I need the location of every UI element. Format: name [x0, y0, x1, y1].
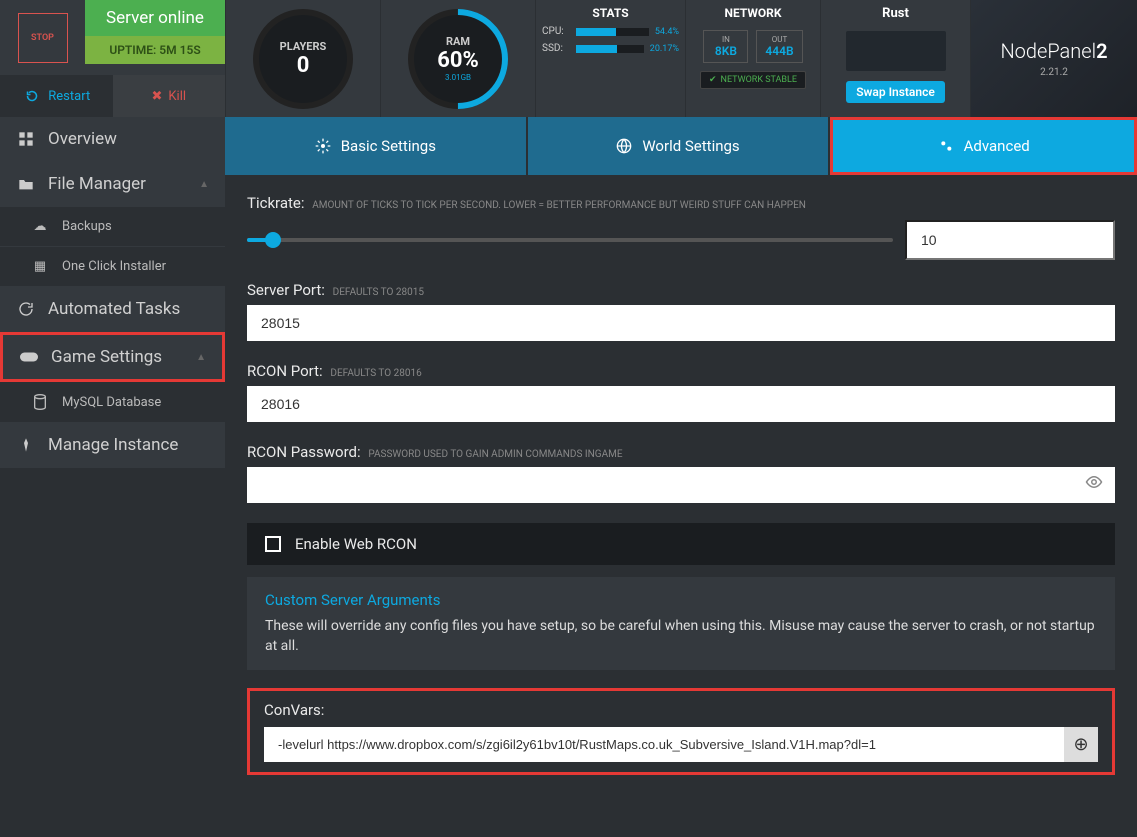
convars-label: ConVars: — [264, 701, 1098, 719]
convars-section: ConVars: ⊕ — [247, 688, 1115, 775]
ssd-bar — [576, 45, 644, 53]
kill-button[interactable]: ✖ Kill — [113, 75, 226, 117]
rocket-icon — [16, 437, 36, 453]
cogs-icon — [938, 138, 954, 154]
kill-icon: ✖ — [151, 89, 162, 104]
gear-icon — [315, 138, 331, 154]
restart-button[interactable]: Restart — [0, 75, 113, 117]
sidebar-item-label: MySQL Database — [62, 395, 161, 410]
players-gauge: PLAYERS 0 — [258, 14, 348, 104]
sidebar-item-mysql[interactable]: MySQL Database — [0, 382, 225, 423]
sidebar-item-label: Overview — [48, 129, 117, 149]
grid-small-icon: ▦ — [30, 259, 50, 274]
tab-advanced[interactable]: Advanced — [830, 117, 1137, 175]
grid-icon — [16, 131, 36, 147]
sidebar-item-label: Game Settings — [51, 347, 162, 367]
chevron-up-icon: ▲ — [196, 352, 206, 363]
webrcon-checkbox[interactable] — [265, 536, 281, 552]
webrcon-label: Enable Web RCON — [295, 535, 417, 553]
tickrate-slider[interactable] — [247, 238, 893, 242]
tab-label: Basic Settings — [341, 137, 436, 155]
server-status: Server online — [85, 0, 225, 36]
restart-icon — [22, 90, 42, 102]
network-out: OUT 444B — [756, 30, 802, 63]
tickrate-input[interactable] — [905, 220, 1115, 260]
network-stable-badge: ✔ NETWORK STABLE — [700, 71, 806, 89]
plus-icon: ⊕ — [1073, 734, 1088, 755]
cloud-icon: ☁ — [30, 219, 50, 234]
brand-version: 2.21.2 — [1040, 67, 1068, 78]
sidebar-item-label: One Click Installer — [62, 259, 166, 274]
sidebar-item-label: File Manager — [48, 174, 146, 194]
swap-instance-button[interactable]: Swap Instance — [846, 81, 945, 103]
cpu-bar — [576, 28, 649, 36]
ssd-label: SSD: — [542, 43, 570, 54]
ram-gauge: RAM 60% 3.01GB — [413, 14, 503, 104]
cpu-value: 54.4% — [655, 27, 679, 37]
tickrate-hint: AMOUNT OF TICKS TO TICK PER SECOND. LOWE… — [312, 200, 806, 211]
sidebar-item-automated[interactable]: Automated Tasks — [0, 287, 225, 332]
players-value: 0 — [297, 53, 310, 78]
database-icon — [30, 394, 50, 410]
tab-world-settings[interactable]: World Settings — [528, 117, 831, 175]
game-title: Rust — [882, 6, 909, 21]
ssd-value: 20.17% — [650, 44, 679, 54]
sidebar-item-label: Manage Instance — [48, 435, 178, 455]
eye-icon[interactable] — [1085, 475, 1103, 489]
network-in: IN 8KB — [703, 30, 748, 63]
rconport-hint: DEFAULTS TO 28016 — [330, 368, 421, 379]
convars-input[interactable] — [264, 727, 1064, 762]
ram-sub: 3.01GB — [445, 73, 471, 82]
gamepad-icon — [19, 351, 39, 363]
check-icon: ✔ — [709, 75, 717, 85]
refresh-icon — [16, 301, 36, 317]
stop-button[interactable]: STOP — [18, 13, 68, 63]
serverport-input[interactable] — [247, 305, 1115, 341]
rconport-input[interactable] — [247, 386, 1115, 422]
game-thumbnail — [846, 31, 946, 71]
cpu-label: CPU: — [542, 26, 570, 37]
uptime-label: UPTIME: 5M 15S — [85, 36, 225, 64]
rconpw-label: RCON Password: PASSWORD USED TO GAIN ADM… — [247, 443, 623, 461]
players-label: PLAYERS — [280, 40, 327, 53]
sidebar-item-gamesettings[interactable]: Game Settings ▲ — [0, 332, 225, 382]
rconpw-input[interactable] — [247, 467, 1115, 503]
sidebar-item-manage[interactable]: Manage Instance — [0, 423, 225, 468]
globe-icon — [616, 138, 632, 154]
custom-args-title: Custom Server Arguments — [265, 591, 1097, 609]
rconport-label: RCON Port: DEFAULTS TO 28016 — [247, 362, 422, 380]
sidebar-item-label: Automated Tasks — [48, 299, 180, 319]
sidebar-item-filemanager[interactable]: File Manager ▲ — [0, 162, 225, 207]
restart-label: Restart — [48, 89, 90, 104]
custom-args-info: Custom Server Arguments These will overr… — [247, 577, 1115, 670]
sidebar-item-oneclick[interactable]: ▦ One Click Installer — [0, 247, 225, 287]
tab-label: Advanced — [964, 137, 1030, 155]
folder-icon — [16, 177, 36, 191]
sidebar-item-label: Backups — [62, 219, 112, 234]
tab-basic-settings[interactable]: Basic Settings — [225, 117, 528, 175]
stats-title: STATS — [592, 6, 628, 20]
tab-label: World Settings — [642, 137, 739, 155]
convars-add-button[interactable]: ⊕ — [1064, 727, 1098, 762]
brand-panel: NodePanel2 2.21.2 — [970, 0, 1137, 117]
ram-value: 60% — [437, 48, 479, 73]
slider-thumb[interactable] — [265, 232, 281, 248]
network-title: NETWORK — [725, 6, 782, 20]
ram-label: RAM — [446, 35, 470, 48]
custom-args-text: These will override any config files you… — [265, 617, 1097, 656]
serverport-hint: DEFAULTS TO 28015 — [333, 287, 424, 298]
tickrate-label: Tickrate: AMOUNT OF TICKS TO TICK PER SE… — [247, 194, 806, 212]
sidebar-item-backups[interactable]: ☁ Backups — [0, 207, 225, 247]
rconpw-hint: PASSWORD USED TO GAIN ADMIN COMMANDS ING… — [368, 449, 622, 460]
kill-label: Kill — [168, 89, 186, 104]
chevron-up-icon: ▲ — [199, 179, 209, 190]
serverport-label: Server Port: DEFAULTS TO 28015 — [247, 281, 424, 299]
sidebar-item-overview[interactable]: Overview — [0, 117, 225, 162]
